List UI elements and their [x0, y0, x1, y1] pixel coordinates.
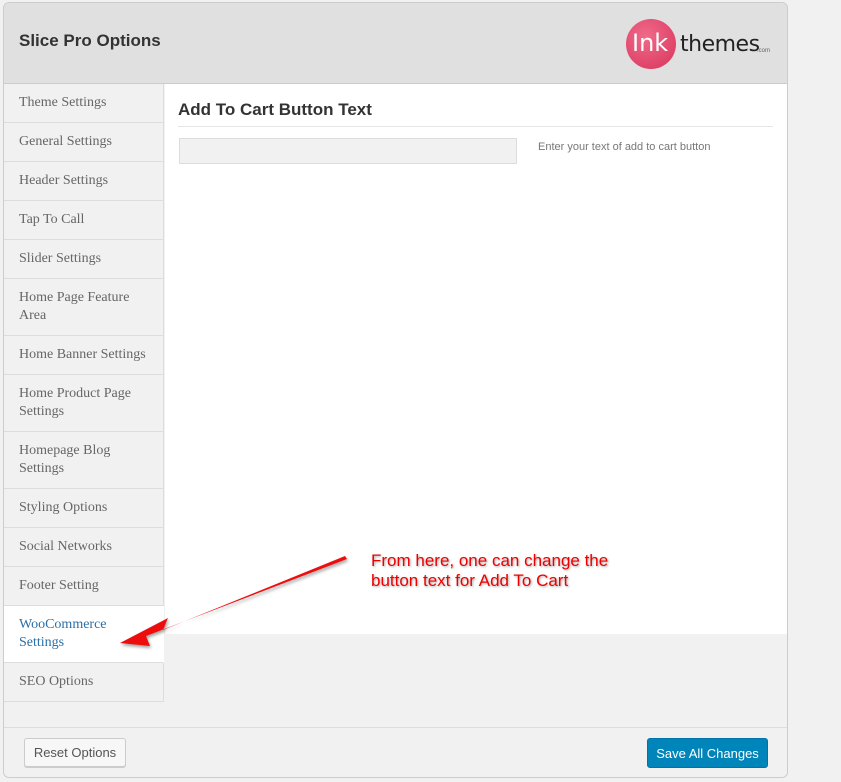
annotation-arrow-icon — [120, 556, 347, 646]
annotation-note: From here, one can change the button tex… — [371, 551, 609, 590]
